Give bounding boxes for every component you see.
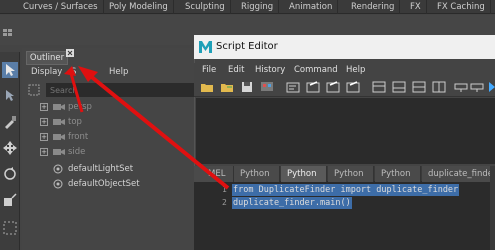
outliner-tab[interactable]: Outliner [26,51,68,65]
outliner-item-label: front [68,132,89,142]
outliner-item-label: defaultObjectSet [68,179,140,189]
camera-icon [53,134,65,140]
filter-icon[interactable] [28,84,40,96]
paint-select-tool-icon[interactable] [2,114,18,130]
script-editor-toolbar [194,77,495,97]
tab-mel[interactable]: MEL [194,166,234,182]
line-number-gutter: 1 2 [194,182,230,250]
show-input-only-icon[interactable] [392,80,406,94]
clear-history-icon[interactable] [346,80,360,94]
shelf-tab-animation[interactable]: Animation [284,0,339,14]
camera-icon [53,119,65,125]
shelf-tab-bar: Curves / Surfaces Poly Modeling Sculptin… [0,0,495,14]
script-editor-input-pane[interactable]: 1 2 from DuplicateFinder import duplicat… [194,182,495,250]
menu-file[interactable]: File [202,63,216,77]
last-tool-icon[interactable] [2,220,18,236]
shelf-tab-curves-surfaces[interactable]: Curves / Surfaces [18,0,104,14]
code-line[interactable]: from DuplicateFinder import duplicate_fi… [232,184,460,196]
shelf-tab-rendering[interactable]: Rendering [346,0,401,14]
outliner-menu-bar: Display S Help [22,66,197,79]
expand-icon[interactable]: + [40,118,48,126]
expand-icon[interactable]: + [40,148,48,156]
rotate-tool-icon[interactable] [2,166,18,182]
camera-icon [53,104,65,110]
outliner-menu-display[interactable]: Display [31,66,62,79]
script-editor-title-bar[interactable]: Script Editor [194,35,495,59]
show-history-only-icon[interactable] [372,80,386,94]
script-editor-tab-bar: MEL Python Python Python Python duplicat… [194,166,495,182]
script-editor-menu-bar: File Edit History Command Help [194,63,495,77]
tab-python-1[interactable]: Python [234,166,280,182]
menu-history[interactable]: History [255,63,285,77]
tab-python-3[interactable]: Python [328,166,374,182]
outliner-item-label: defaultLightSet [68,164,134,174]
tab-python-active[interactable]: Python [281,166,327,182]
outliner-menu-show[interactable]: S [71,66,76,79]
show-both-panes-icon[interactable] [412,80,426,94]
tab-duplicate-finder[interactable]: duplicate_finder [422,166,495,182]
tab-close-icon[interactable] [66,49,74,57]
shelf-tab-fx-caching[interactable]: FX Caching [432,0,491,14]
set-icon [53,164,63,174]
code-line[interactable]: duplicate_finder.main() [232,197,352,209]
camera-icon [53,149,65,155]
show-stack-trace-icon[interactable] [326,80,340,94]
lasso-tool-icon[interactable] [2,88,18,104]
outliner-item-label: top [68,117,82,127]
script-editor-history-pane[interactable] [196,98,495,164]
execute-all-icon[interactable] [487,80,495,94]
set-icon [53,179,63,189]
scale-tool-icon[interactable] [2,192,18,208]
source-script-icon[interactable] [220,80,234,94]
outliner-item-label: persp [68,102,92,112]
menu-command[interactable]: Command [294,63,338,77]
search-script-icon[interactable] [470,80,484,94]
expand-icon[interactable]: + [40,103,48,111]
outliner-search-row [26,83,196,97]
save-to-shelf-icon[interactable] [260,80,274,94]
expand-icon[interactable]: + [40,133,48,141]
clear-all-icon[interactable] [432,80,446,94]
script-editor-title: Script Editor [216,41,278,52]
save-script-icon[interactable] [240,80,254,94]
execute-selected-icon[interactable] [454,80,468,94]
shelf-tab-rigging[interactable]: Rigging [236,0,280,14]
menu-help[interactable]: Help [346,63,365,77]
shelf-tab-fx[interactable]: FX [405,0,427,14]
outliner-item-label: side [68,147,86,157]
outliner-search-input[interactable] [46,83,196,97]
echo-all-commands-icon[interactable] [286,80,300,94]
outliner-menu-help[interactable]: Help [109,66,128,79]
scrollbar[interactable] [490,166,495,250]
show-line-numbers-icon[interactable] [306,80,320,94]
move-tool-icon[interactable] [2,140,18,156]
maya-logo-icon [199,41,212,53]
tool-box [0,52,20,250]
line-number: 2 [222,198,227,207]
shelf-tab-poly-modeling[interactable]: Poly Modeling [104,0,174,14]
shelf-tab-sculpting[interactable]: Sculpting [180,0,231,14]
shelf-options-icon[interactable] [2,28,14,38]
line-number: 1 [222,185,227,194]
open-script-icon[interactable] [200,80,214,94]
menu-edit[interactable]: Edit [228,63,244,77]
tab-python-4[interactable]: Python [375,166,421,182]
select-tool-icon[interactable] [2,62,18,78]
